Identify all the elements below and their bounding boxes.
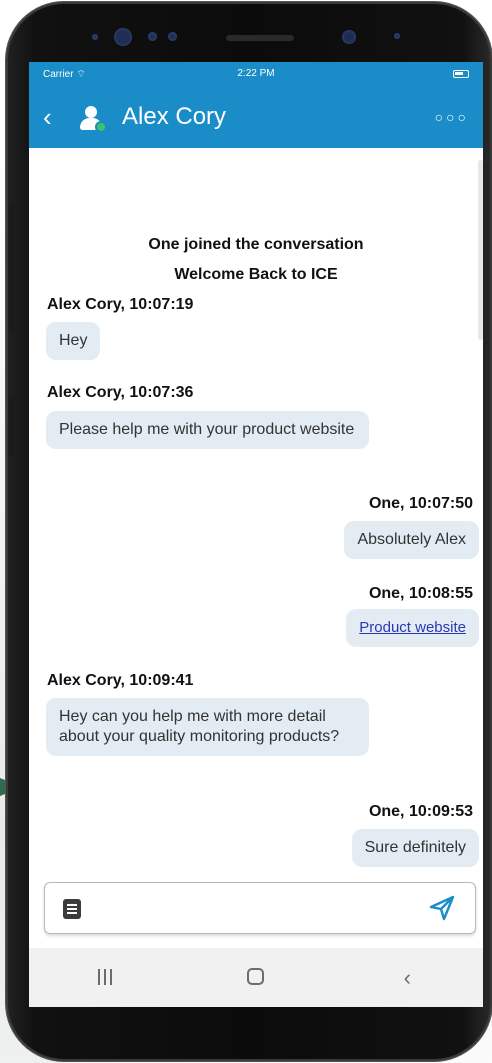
top-bezel bbox=[6, 2, 492, 62]
incoming-message: Please help me with your product website bbox=[46, 411, 369, 449]
contact-avatar[interactable] bbox=[77, 103, 107, 133]
android-nav-bar: ‹ bbox=[29, 948, 483, 1007]
message-sender: Alex Cory, 10:07:19 bbox=[47, 296, 194, 313]
online-status-icon bbox=[95, 121, 107, 133]
outgoing-message: Absolutely Alex bbox=[344, 521, 479, 559]
chevron-left-icon[interactable]: ‹ bbox=[43, 104, 67, 130]
send-icon[interactable] bbox=[429, 895, 455, 926]
front-camera-icon bbox=[342, 30, 356, 44]
status-bar: Carrier ⌔ 2:22 PM bbox=[29, 62, 483, 86]
back-icon[interactable]: ‹ bbox=[377, 965, 437, 991]
message-list[interactable]: One joined the conversation Welcome Back… bbox=[29, 148, 483, 878]
document-icon[interactable] bbox=[63, 899, 81, 919]
status-time: 2:22 PM bbox=[237, 68, 275, 79]
incoming-message: Hey bbox=[46, 322, 101, 360]
incoming-message: Hey can you help me with more detail abo… bbox=[46, 698, 369, 756]
home-icon[interactable] bbox=[226, 965, 286, 991]
speaker-grille bbox=[226, 35, 294, 41]
message-sender: Alex Cory, 10:07:36 bbox=[47, 384, 194, 401]
more-horizontal-icon[interactable]: ○○○ bbox=[435, 109, 469, 125]
message-input[interactable] bbox=[95, 891, 415, 925]
sensor-icon bbox=[92, 34, 98, 40]
system-message: Welcome Back to ICE bbox=[174, 266, 338, 283]
outgoing-message: Product website bbox=[346, 609, 479, 647]
contact-name: Alex Cory bbox=[122, 103, 227, 130]
sensor-icon bbox=[148, 32, 157, 41]
sensor-icon bbox=[168, 32, 177, 41]
message-sender: One, 10:07:50 bbox=[368, 495, 473, 512]
volume-button bbox=[9, 202, 14, 332]
message-sender: Alex Cory, 10:09:41 bbox=[47, 672, 194, 689]
message-sender: One, 10:09:53 bbox=[368, 803, 473, 820]
system-message: One joined the conversation bbox=[148, 236, 364, 253]
app-screen: Carrier ⌔ 2:22 PM ‹ Alex Cory ○○○ One jo… bbox=[29, 62, 483, 1007]
outgoing-message: Sure definitely bbox=[351, 829, 479, 867]
camera-icon bbox=[114, 28, 132, 46]
sensor-icon bbox=[394, 33, 400, 39]
phone-frame: Carrier ⌔ 2:22 PM ‹ Alex Cory ○○○ One jo… bbox=[6, 2, 492, 1061]
recent-apps-icon[interactable] bbox=[75, 965, 135, 991]
message-composer bbox=[44, 882, 476, 934]
chat-header: ‹ Alex Cory ○○○ bbox=[29, 86, 483, 148]
message-sender: One, 10:08:55 bbox=[368, 585, 473, 602]
product-website-link[interactable]: Product website bbox=[359, 619, 466, 636]
battery-icon bbox=[453, 70, 469, 78]
bixby-button bbox=[9, 397, 14, 457]
